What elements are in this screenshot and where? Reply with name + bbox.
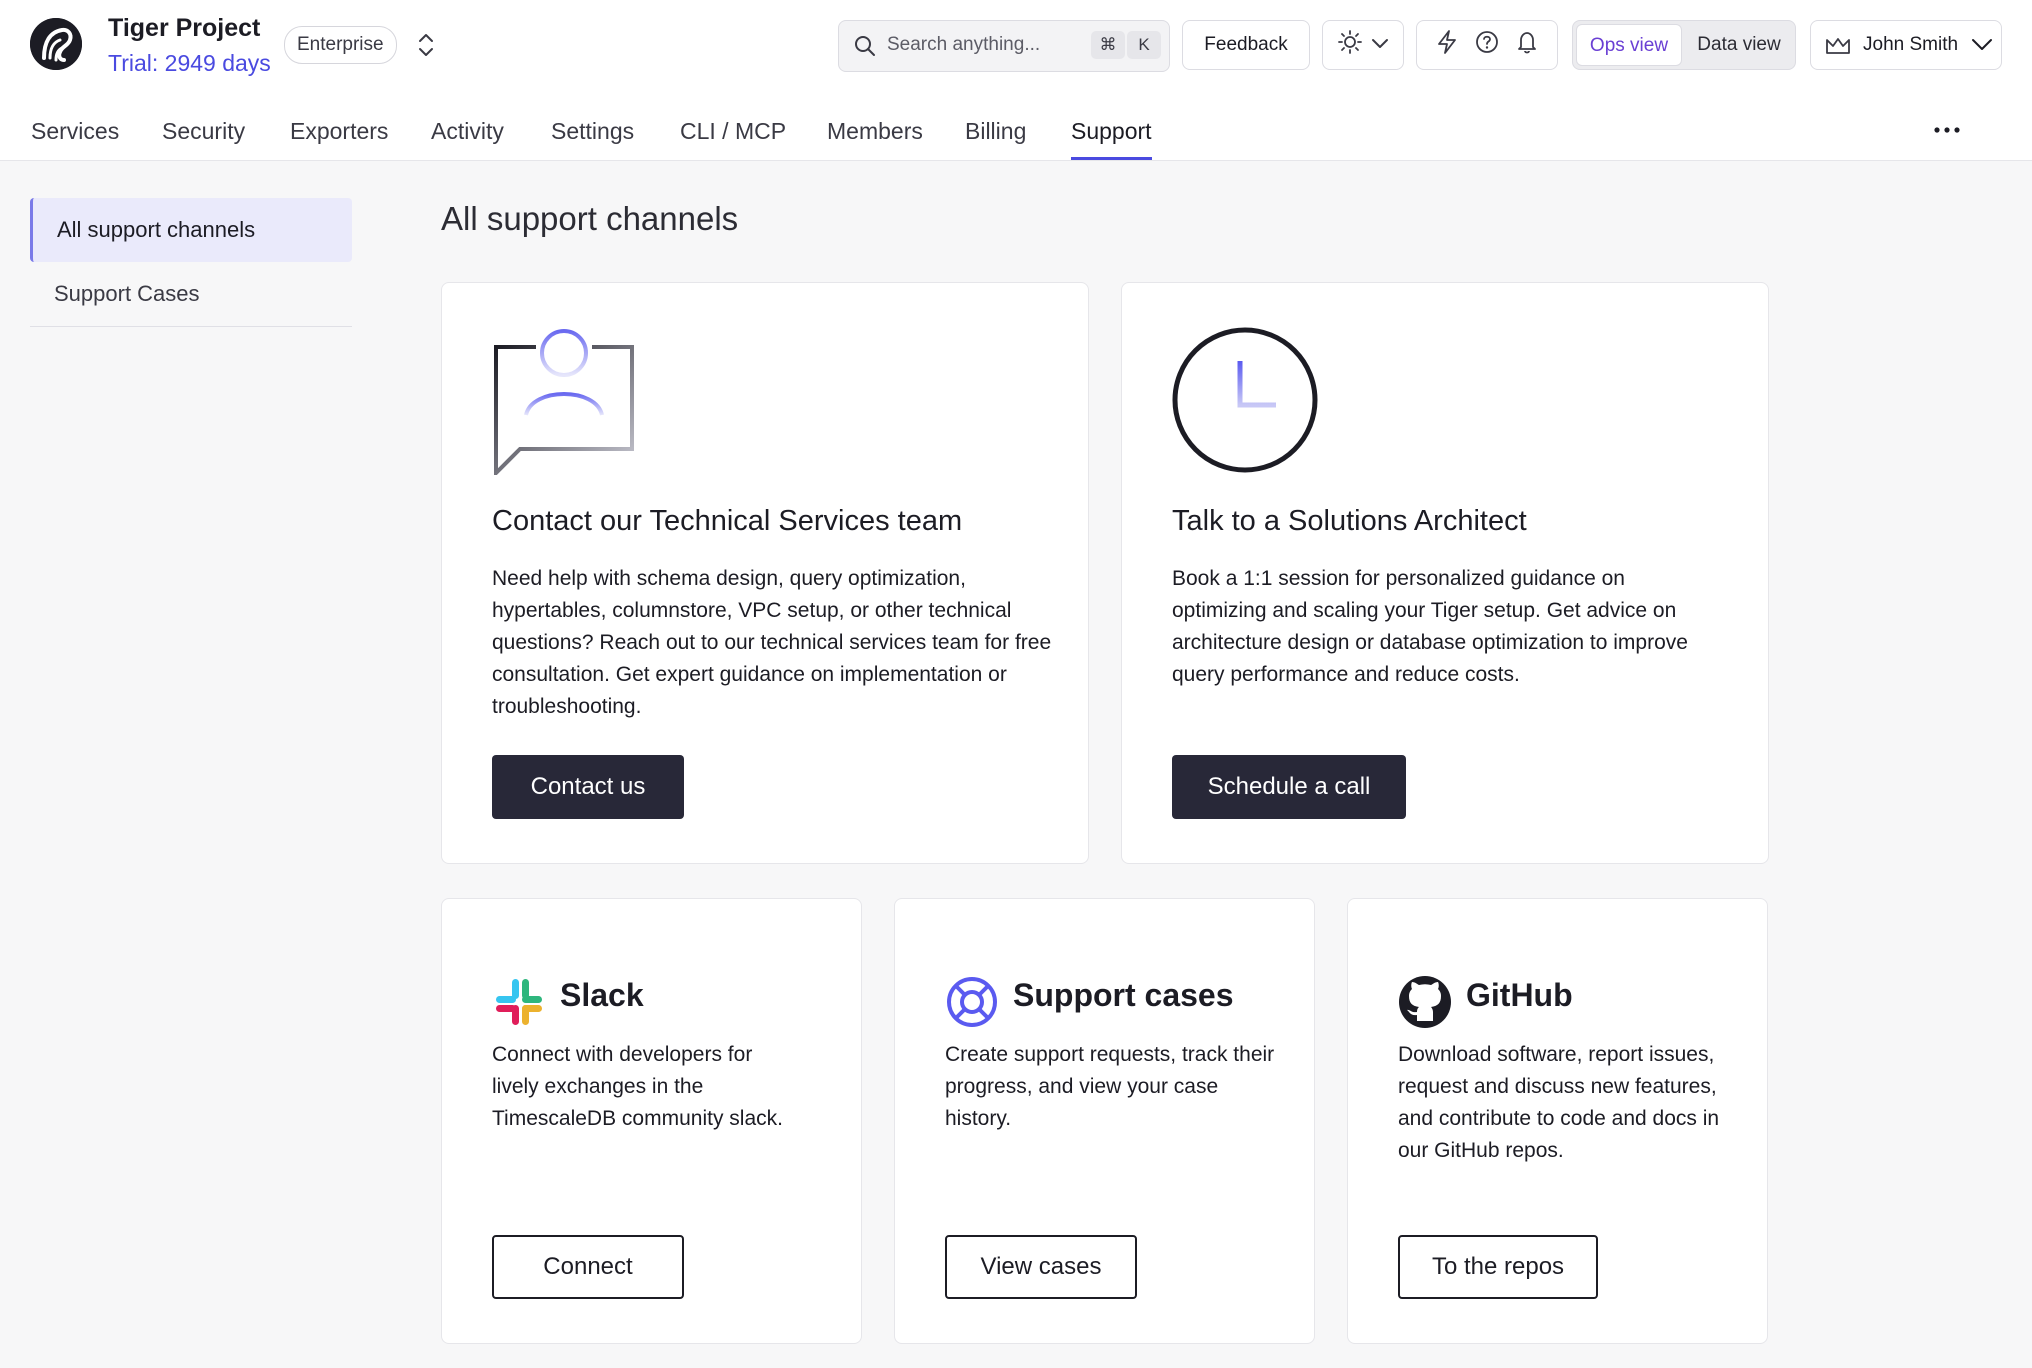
card-title: Talk to a Solutions Architect: [1172, 505, 1527, 537]
tab-settings[interactable]: Settings: [551, 118, 634, 157]
technical-services-card: Contact our Technical Services team Need…: [441, 282, 1089, 864]
project-name[interactable]: Tiger Project: [108, 14, 260, 43]
page-title: All support channels: [441, 200, 739, 237]
tab-activity[interactable]: Activity: [431, 118, 504, 157]
card-title: Support cases: [1013, 977, 1234, 1013]
lightning-icon[interactable]: [1435, 29, 1459, 61]
contact-person-icon: [492, 327, 636, 480]
tab-security[interactable]: Security: [162, 118, 245, 157]
sun-icon: [1337, 29, 1363, 61]
connect-button[interactable]: Connect: [492, 1235, 684, 1299]
slack-card: Slack Connect with developers for lively…: [441, 898, 862, 1344]
search-placeholder: Search anything...: [887, 34, 1041, 55]
solutions-architect-card: Talk to a Solutions Architect Book a 1:1…: [1121, 282, 1769, 864]
more-options-icon[interactable]: [1932, 118, 1962, 142]
theme-toggle-button[interactable]: [1322, 20, 1404, 70]
card-description: Connect with developers for lively excha…: [492, 1043, 783, 1130]
card-title: GitHub: [1466, 977, 1573, 1013]
project-switcher-icon[interactable]: [414, 30, 438, 60]
card-title: Slack: [560, 977, 644, 1013]
view-toggle: Ops view Data view: [1572, 20, 1796, 70]
schedule-call-button[interactable]: Schedule a call: [1172, 755, 1406, 819]
card-description: Need help with schema design, query opti…: [492, 567, 1052, 718]
search-input[interactable]: Search anything... ⌘ K: [838, 20, 1170, 72]
support-cases-card: Support cases Create support requests, t…: [894, 898, 1315, 1344]
tab-services[interactable]: Services: [31, 118, 119, 157]
card-title: Contact our Technical Services team: [492, 505, 963, 537]
main-nav: Services Security Exporters Activity Set…: [0, 110, 2032, 160]
lifebuoy-icon: [945, 975, 999, 1029]
card-description: Create support requests, track their pro…: [945, 1043, 1275, 1130]
sidebar-item-support-cases[interactable]: Support Cases: [30, 262, 352, 326]
sidebar-divider: [30, 326, 352, 327]
tiger-logo-icon[interactable]: [30, 18, 82, 70]
search-icon: [853, 34, 877, 63]
card-description: Download software, report issues, reques…: [1398, 1043, 1720, 1162]
clock-icon: [1172, 327, 1318, 478]
shortcut-k-key: K: [1127, 31, 1161, 59]
help-icon[interactable]: [1474, 29, 1500, 61]
tab-support[interactable]: Support: [1071, 118, 1152, 160]
tab-cli-mcp[interactable]: CLI / MCP: [680, 118, 786, 157]
tab-members[interactable]: Members: [827, 118, 923, 157]
crown-icon: [1825, 35, 1851, 62]
shortcut-cmd-key: ⌘: [1091, 31, 1125, 59]
user-name: John Smith: [1863, 34, 1959, 55]
plan-badge: Enterprise: [284, 26, 397, 64]
bell-icon[interactable]: [1515, 29, 1539, 61]
data-view-option[interactable]: Data view: [1685, 24, 1793, 66]
contact-us-button[interactable]: Contact us: [492, 755, 684, 819]
top-bar: Tiger Project Trial: 2949 days Enterpris…: [0, 0, 2032, 161]
tab-exporters[interactable]: Exporters: [290, 118, 388, 157]
quick-actions-group: [1416, 20, 1558, 70]
slack-icon: [492, 975, 546, 1029]
card-description: Book a 1:1 session for personalized guid…: [1172, 567, 1688, 686]
trial-days[interactable]: Trial: 2949 days: [108, 50, 271, 77]
to-the-repos-button[interactable]: To the repos: [1398, 1235, 1598, 1299]
chevron-down-icon: [1371, 34, 1389, 56]
chevron-down-icon: [1971, 37, 1993, 58]
github-card: GitHub Download software, report issues,…: [1347, 898, 1768, 1344]
github-icon: [1398, 975, 1452, 1029]
user-menu[interactable]: John Smith: [1810, 20, 2002, 70]
view-cases-button[interactable]: View cases: [945, 1235, 1137, 1299]
feedback-button[interactable]: Feedback: [1182, 20, 1310, 70]
sidebar-item-all-support-channels[interactable]: All support channels: [30, 198, 352, 262]
ops-view-option[interactable]: Ops view: [1576, 24, 1682, 66]
tab-billing[interactable]: Billing: [965, 118, 1026, 157]
